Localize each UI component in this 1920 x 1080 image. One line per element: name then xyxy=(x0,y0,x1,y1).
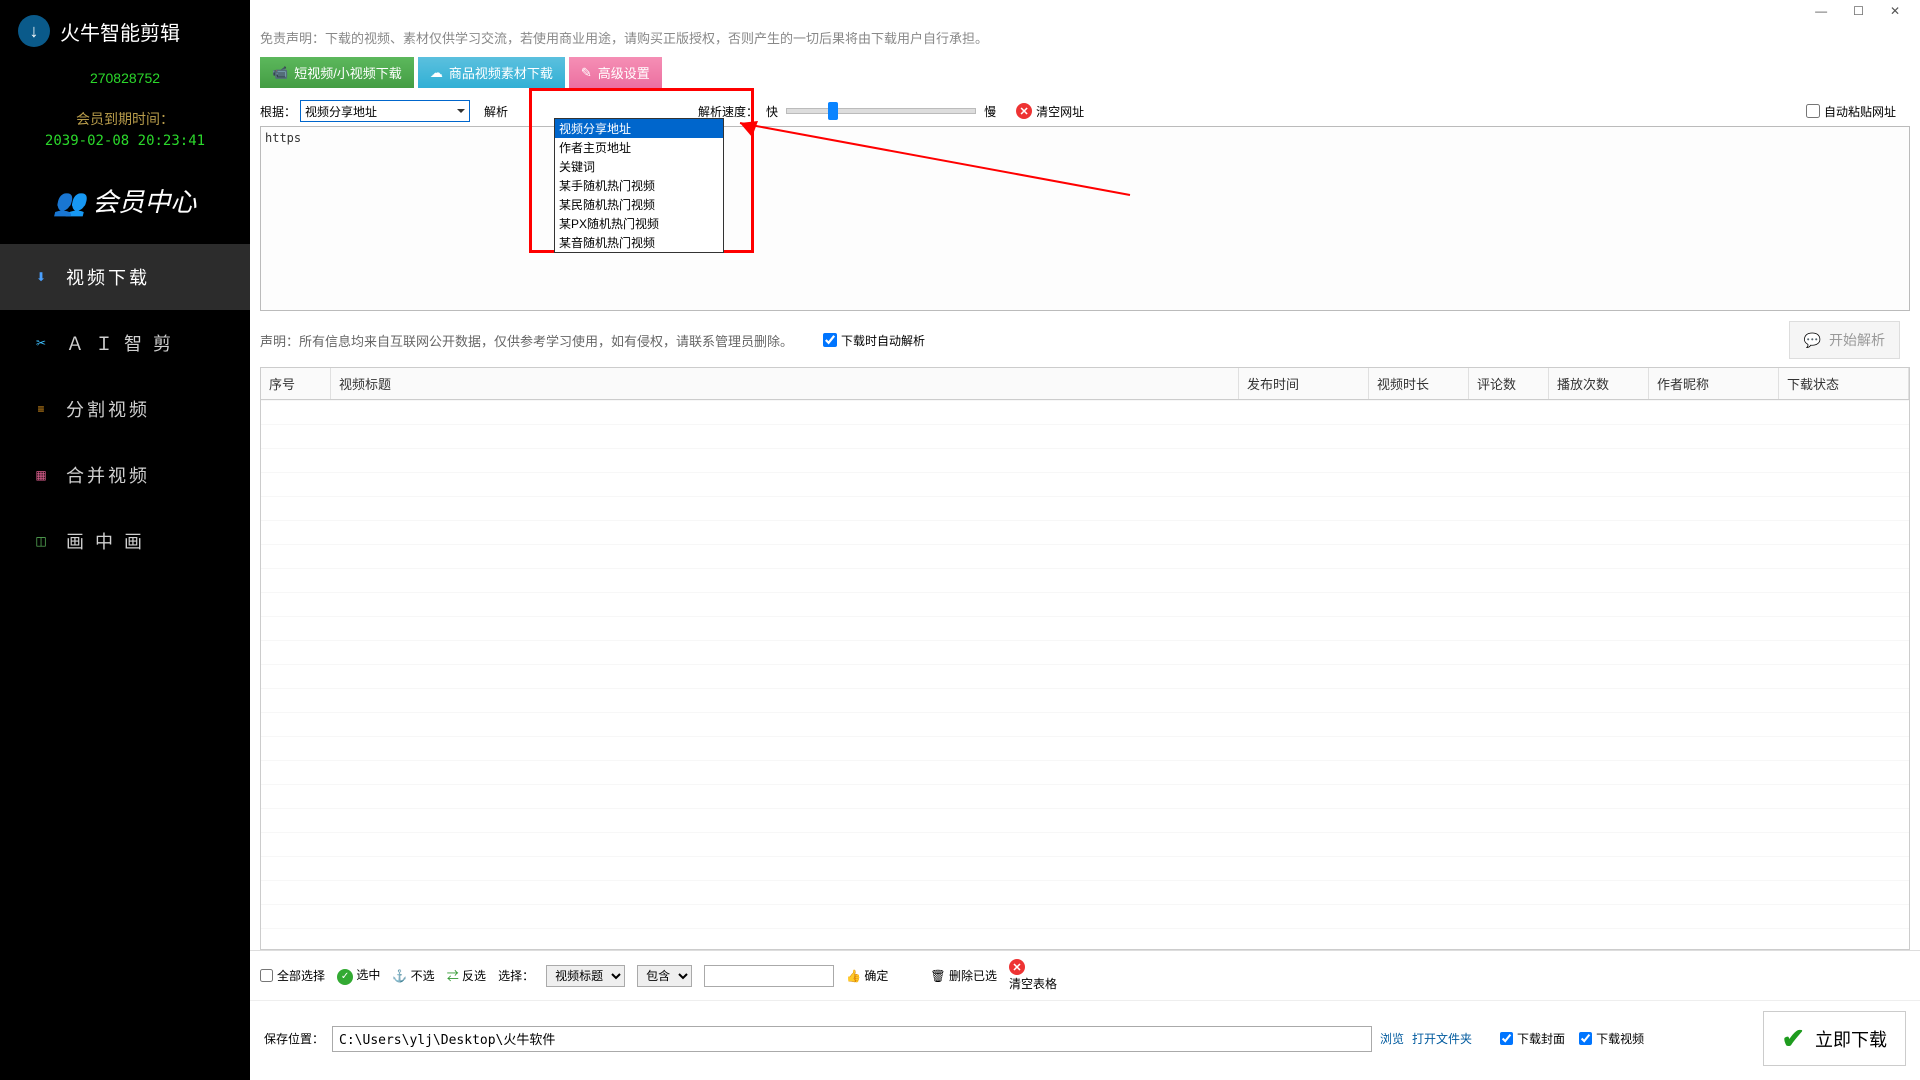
download-video-checkbox[interactable]: 下载视频 xyxy=(1579,1030,1644,1047)
app-logo-icon: ↓ xyxy=(18,15,50,47)
expire-label: 会员到期时间： xyxy=(0,94,250,133)
chevron-down-icon xyxy=(457,109,465,113)
tab-product-video[interactable]: ☁商品视频素材下载 xyxy=(418,57,565,88)
footer: 保存位置： 浏览 打开文件夹 下载封面 下载视频 ✔ 立即下载 xyxy=(250,1000,1920,1080)
th-author[interactable]: 作者昵称 xyxy=(1649,368,1779,399)
controls-row: 根据： 视频分享地址 解析 解析速度： 快 慢 ✕ 清空网址 自动粘贴网址 xyxy=(250,88,1920,126)
parse-speed-label: 解析速度： xyxy=(698,103,758,120)
pip-icon: ◫ xyxy=(30,530,52,552)
delete-selected-button[interactable]: 🗑 删除已选 xyxy=(930,967,997,984)
ai-icon: ✂ xyxy=(30,332,52,354)
deselect-button[interactable]: ⚓ 不选 xyxy=(392,967,434,984)
download-cover-checkbox[interactable]: 下载封面 xyxy=(1500,1030,1565,1047)
dropdown-option-moumin[interactable]: 某民随机热门视频 xyxy=(555,195,723,214)
tab-advanced[interactable]: ✎高级设置 xyxy=(569,57,662,88)
browse-button[interactable]: 浏览 xyxy=(1380,1030,1404,1047)
sidebar-item-pip[interactable]: ◫ 画 中 画 xyxy=(0,508,250,574)
parse-label: 解析 xyxy=(484,103,508,120)
close-icon: ✕ xyxy=(1009,959,1025,975)
dropdown-option-author-url[interactable]: 作者主页地址 xyxy=(555,138,723,157)
th-index[interactable]: 序号 xyxy=(261,368,331,399)
dropdown-option-moushou[interactable]: 某手随机热门视频 xyxy=(555,176,723,195)
clear-table-button[interactable]: ✕ 清空表格 xyxy=(1009,959,1057,992)
check-icon: ✓ xyxy=(337,969,353,985)
th-comments[interactable]: 评论数 xyxy=(1469,368,1549,399)
disclaimer: 免责声明：下载的视频、素材仅供学习交流，若使用商业用途，请购买正版授权，否则产生… xyxy=(250,22,1920,57)
check-icon: ✔ xyxy=(1782,1022,1805,1055)
filter-field-select[interactable]: 视频标题 xyxy=(546,965,625,987)
select-on-button[interactable]: ✓ 选中 xyxy=(337,966,380,985)
th-duration[interactable]: 视频时长 xyxy=(1369,368,1469,399)
th-pubtime[interactable]: 发布时间 xyxy=(1239,368,1369,399)
th-status[interactable]: 下载状态 xyxy=(1779,368,1909,399)
main-tabs: 📹短视频/小视频下载 ☁商品视频素材下载 ✎高级设置 xyxy=(250,57,1920,88)
tab-short-video[interactable]: 📹短视频/小视频下载 xyxy=(260,57,414,88)
source-type-dropdown: 视频分享地址 作者主页地址 关键词 某手随机热门视频 某民随机热门视频 某PX随… xyxy=(554,118,724,253)
maximize-button[interactable]: ☐ xyxy=(1853,4,1864,18)
clear-url-button[interactable]: ✕ 清空网址 xyxy=(1016,103,1084,120)
main-panel: — ☐ ✕ 免责声明：下载的视频、素材仅供学习交流，若使用商业用途，请购买正版授… xyxy=(250,0,1920,1080)
minimize-button[interactable]: — xyxy=(1815,4,1827,18)
download-icon: ⬇ xyxy=(30,266,52,288)
close-button[interactable]: ✕ xyxy=(1890,4,1900,18)
member-center[interactable]: 👥 会员中心 xyxy=(0,164,250,244)
start-parse-button[interactable]: 💬 开始解析 xyxy=(1789,321,1900,359)
invert-button[interactable]: ⇄ 反选 xyxy=(447,967,486,984)
th-title[interactable]: 视频标题 xyxy=(331,368,1239,399)
open-folder-button[interactable]: 打开文件夹 xyxy=(1412,1030,1472,1047)
table-header: 序号 视频标题 发布时间 视频时长 评论数 播放次数 作者昵称 下载状态 xyxy=(261,368,1909,400)
select-all-checkbox[interactable]: 全部选择 xyxy=(260,967,325,984)
note-row: 声明：所有信息均来自互联网公开数据，仅供参考学习使用，如有侵权，请联系管理员删除… xyxy=(250,311,1920,367)
table-body xyxy=(261,400,1909,949)
expire-date: 2039-02-08 20:23:41 xyxy=(0,133,250,164)
sidebar-item-download[interactable]: ⬇ 视频下载 xyxy=(0,244,250,310)
speed-slider[interactable] xyxy=(786,108,976,114)
sidebar-item-ai-cut[interactable]: ✂ Ａ Ｉ 智 剪 xyxy=(0,310,250,376)
th-plays[interactable]: 播放次数 xyxy=(1549,368,1649,399)
window-controls: — ☐ ✕ xyxy=(250,0,1920,22)
according-label: 根据： xyxy=(260,103,296,120)
settings-icon: ✎ xyxy=(581,65,592,81)
product-icon: ☁ xyxy=(430,65,443,81)
slow-label: 慢 xyxy=(984,103,996,120)
source-type-select[interactable]: 视频分享地址 xyxy=(300,100,470,122)
dropdown-option-share-url[interactable]: 视频分享地址 xyxy=(555,119,723,138)
sidebar-item-merge[interactable]: ▦ 合并视频 xyxy=(0,442,250,508)
save-path-input[interactable] xyxy=(332,1026,1372,1052)
app-title: 火牛智能剪辑 xyxy=(60,17,180,46)
download-now-button[interactable]: ✔ 立即下载 xyxy=(1763,1011,1906,1066)
filter-match-select[interactable]: 包含 xyxy=(637,965,692,987)
slider-thumb[interactable] xyxy=(828,102,838,120)
merge-icon: ▦ xyxy=(30,464,52,486)
chat-icon: 💬 xyxy=(1804,332,1821,349)
sidebar: ↓ 火牛智能剪辑 270828752 会员到期时间： 2039-02-08 20… xyxy=(0,0,250,1080)
confirm-button[interactable]: 👍 确定 xyxy=(846,967,888,984)
video-icon: 📹 xyxy=(272,65,288,81)
delete-icon: 🗑 xyxy=(930,969,945,983)
results-table: 序号 视频标题 发布时间 视频时长 评论数 播放次数 作者昵称 下载状态 xyxy=(260,367,1910,950)
auto-parse-checkbox[interactable]: 下载时自动解析 xyxy=(823,332,925,349)
dropdown-option-px[interactable]: 某PX随机热门视频 xyxy=(555,214,723,233)
filter-input[interactable] xyxy=(704,965,834,987)
swap-icon: ⇄ xyxy=(447,969,459,983)
split-icon: ≡ xyxy=(30,398,52,420)
choose-label: 选择： xyxy=(498,967,534,984)
dropdown-option-keyword[interactable]: 关键词 xyxy=(555,157,723,176)
user-id: 270828752 xyxy=(0,62,250,94)
dropdown-option-mouyin[interactable]: 某音随机热门视频 xyxy=(555,233,723,252)
declaration-text: 声明：所有信息均来自互联网公开数据，仅供参考学习使用，如有侵权，请联系管理员删除… xyxy=(260,331,793,350)
auto-paste-checkbox[interactable]: 自动粘贴网址 xyxy=(1806,103,1896,120)
fast-label: 快 xyxy=(766,103,778,120)
thumbs-icon: 👍 xyxy=(846,969,861,983)
selection-bar: 全部选择 ✓ 选中 ⚓ 不选 ⇄ 反选 选择： 视频标题 包含 👍 确定 🗑 删… xyxy=(250,950,1920,1000)
url-textarea[interactable]: https / xyxy=(260,126,1910,311)
member-icon: 👥 xyxy=(54,188,86,217)
sidebar-item-split[interactable]: ≡ 分割视频 xyxy=(0,376,250,442)
save-path-label: 保存位置： xyxy=(264,1030,324,1047)
close-icon: ✕ xyxy=(1016,103,1032,119)
anchor-icon: ⚓ xyxy=(392,969,407,983)
app-header: ↓ 火牛智能剪辑 xyxy=(0,0,250,62)
